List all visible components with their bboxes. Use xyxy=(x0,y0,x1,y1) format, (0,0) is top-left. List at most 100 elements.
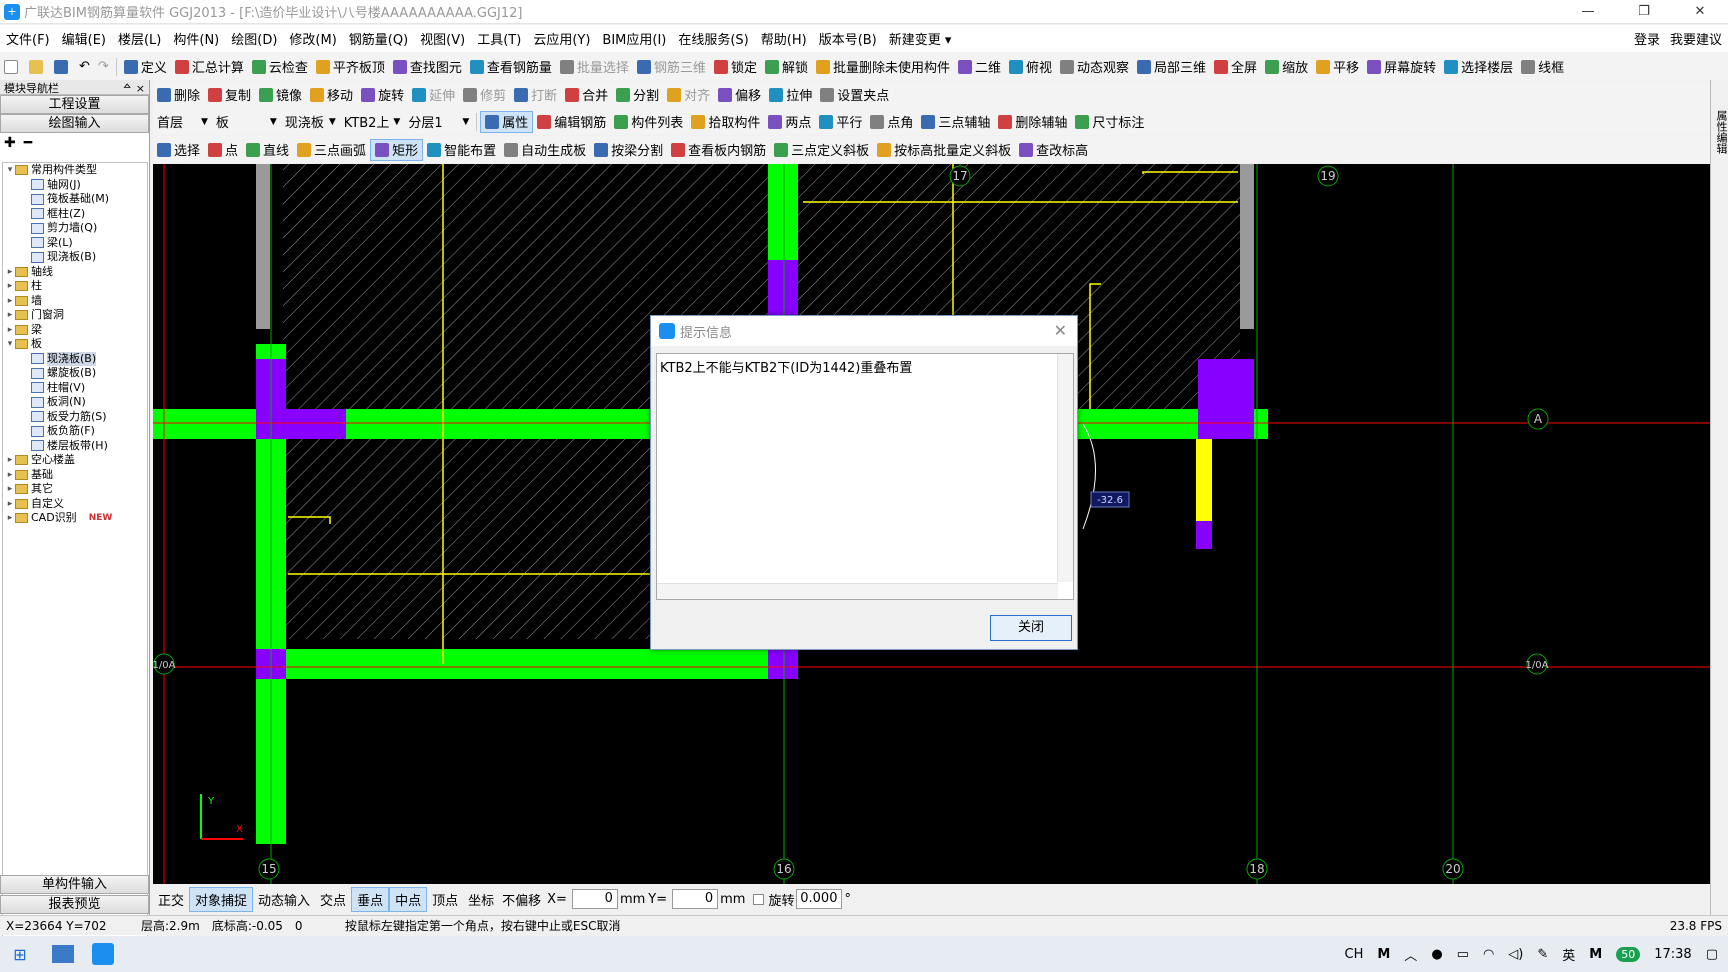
tree-node-10[interactable]: ▸ 门窗洞 xyxy=(3,308,147,323)
tree-toggle-10[interactable]: ▸ xyxy=(5,308,15,322)
tray-battery-icon[interactable]: ▭ xyxy=(1457,947,1469,962)
snap-4[interactable]: 垂点 xyxy=(351,886,390,912)
menu-item-5[interactable]: 修改(M) xyxy=(283,29,342,48)
menu-item-3[interactable]: 构件(N) xyxy=(167,29,225,48)
snap-0[interactable]: 正交 xyxy=(153,888,189,911)
tb2-button-1[interactable]: 复制 xyxy=(204,84,255,106)
tray-m-icon[interactable]: M xyxy=(1377,947,1390,962)
redo-icon[interactable]: ↷ xyxy=(94,56,113,78)
tb3-button-7[interactable]: 三点辅轴 xyxy=(917,111,994,133)
tree-toggle-7[interactable]: ▸ xyxy=(5,265,15,279)
tb1-button-5[interactable]: 查看钢筋量 xyxy=(466,56,556,78)
tree-node-1[interactable]: 轴网(J) xyxy=(3,178,147,193)
tree-node-9[interactable]: ▸ 墙 xyxy=(3,294,147,309)
properties-side-tab[interactable]: 属性编辑 xyxy=(1710,80,1728,928)
tree-node-18[interactable]: 板负筋(F) xyxy=(3,424,147,439)
tray-m2-icon[interactable]: M xyxy=(1589,947,1602,962)
expand-icon[interactable]: ✚ xyxy=(4,135,16,151)
dialog-close-icon[interactable]: ✕ xyxy=(1054,321,1067,340)
tb4-button-4[interactable]: 矩形 xyxy=(370,138,424,161)
minimize-button[interactable]: — xyxy=(1560,0,1616,24)
tree-node-7[interactable]: ▸ 轴线 xyxy=(3,265,147,280)
menu-item-6[interactable]: 钢筋量(Q) xyxy=(343,29,414,48)
save-icon[interactable] xyxy=(50,56,75,78)
column-1b[interactable] xyxy=(286,409,346,439)
tb2-button-5[interactable]: 延伸 xyxy=(408,84,459,106)
tb1-button-15[interactable]: 全屏 xyxy=(1210,56,1261,78)
tb1-button-16[interactable]: 缩放 xyxy=(1261,56,1312,78)
tray-pen-icon[interactable]: ✎ xyxy=(1537,947,1548,962)
tb2-button-11[interactable]: 偏移 xyxy=(714,84,765,106)
tb3-button-5[interactable]: 平行 xyxy=(815,111,866,133)
column-3[interactable] xyxy=(1198,359,1254,439)
tree-toggle-22[interactable]: ▸ xyxy=(5,482,15,496)
menu-item-10[interactable]: BIM应用(I) xyxy=(596,29,672,48)
tree-toggle-21[interactable]: ▸ xyxy=(5,468,15,482)
tree-toggle-24[interactable]: ▸ xyxy=(5,511,15,525)
tb4-button-11[interactable]: 查改标高 xyxy=(1015,139,1092,161)
close-window-button[interactable]: ✕ xyxy=(1672,0,1728,24)
tb2-button-2[interactable]: 镜像 xyxy=(255,84,306,106)
category-select[interactable]: 板 ▼ xyxy=(212,112,281,132)
tb2-button-0[interactable]: 删除 xyxy=(153,84,204,106)
draw-input-button[interactable]: 绘图输入 xyxy=(0,114,149,133)
tb2-button-9[interactable]: 分割 xyxy=(612,84,663,106)
tree-toggle-0[interactable]: ▾ xyxy=(5,163,15,177)
tray-badge[interactable]: 50 xyxy=(1616,946,1641,962)
tree-node-12[interactable]: ▾ 板 xyxy=(3,337,147,352)
type-select[interactable]: 现浇板 ▼ xyxy=(281,112,340,132)
tb1-button-18[interactable]: 屏幕旋转 xyxy=(1363,56,1440,78)
dialog-horizontal-scrollbar[interactable] xyxy=(657,583,1058,599)
undo-icon[interactable]: ↶ xyxy=(75,56,94,78)
login-link[interactable]: 登录 xyxy=(1634,29,1660,48)
tb4-button-3[interactable]: 三点画弧 xyxy=(293,139,370,161)
suggest-link[interactable]: 我要建议 xyxy=(1670,29,1722,48)
tb1-button-6[interactable]: 批量选择 xyxy=(556,56,633,78)
tb2-button-10[interactable]: 对齐 xyxy=(663,84,714,106)
taskbar-clock[interactable]: 17:38 xyxy=(1654,947,1691,962)
tree-toggle-8[interactable]: ▸ xyxy=(5,279,15,293)
menu-item-13[interactable]: 版本号(B) xyxy=(813,29,883,48)
restore-button[interactable]: ❐ xyxy=(1616,0,1672,24)
tb1-button-11[interactable]: 二维 xyxy=(954,56,1005,78)
report-preview-button[interactable]: 报表预览 xyxy=(0,895,149,914)
tb3-button-1[interactable]: 编辑钢筋 xyxy=(533,111,610,133)
menu-item-11[interactable]: 在线服务(S) xyxy=(672,29,754,48)
tb4-button-9[interactable]: 三点定义斜板 xyxy=(770,139,873,161)
menu-item-0[interactable]: 文件(F) xyxy=(0,29,56,48)
tb1-button-20[interactable]: 线框 xyxy=(1517,56,1568,78)
tb3-button-4[interactable]: 两点 xyxy=(764,111,815,133)
tree-node-0[interactable]: ▾ 常用构件类型 xyxy=(3,163,147,178)
menu-item-7[interactable]: 视图(V) xyxy=(414,29,471,48)
menu-item-2[interactable]: 楼层(L) xyxy=(112,29,167,48)
tb3-button-2[interactable]: 构件列表 xyxy=(610,111,687,133)
tree-node-8[interactable]: ▸ 柱 xyxy=(3,279,147,294)
y-input[interactable]: 0 xyxy=(672,889,719,909)
tree-node-24[interactable]: ▸ CAD识别 NEW xyxy=(3,511,147,526)
tree-node-5[interactable]: 梁(L) xyxy=(3,236,147,251)
tree-node-17[interactable]: 板受力筋(S) xyxy=(3,410,147,425)
notification-icon[interactable]: ▢ xyxy=(1706,947,1718,962)
taskbar-lang[interactable]: CH xyxy=(1345,947,1364,962)
tree-toggle-12[interactable]: ▾ xyxy=(5,337,15,351)
tree-node-13[interactable]: 现浇板(B) xyxy=(3,351,147,367)
snap-3[interactable]: 交点 xyxy=(315,888,351,911)
dialog-close-button[interactable]: 关闭 xyxy=(990,615,1072,641)
tb2-button-3[interactable]: 移动 xyxy=(306,84,357,106)
tb4-button-5[interactable]: 智能布置 xyxy=(423,139,500,161)
tb1-button-7[interactable]: 钢筋三维 xyxy=(633,56,710,78)
tree-node-21[interactable]: ▸ 基础 xyxy=(3,468,147,483)
tb1-button-13[interactable]: 动态观察 xyxy=(1056,56,1133,78)
tb4-button-0[interactable]: 选择 xyxy=(153,139,204,161)
tree-node-4[interactable]: 剪力墙(Q) xyxy=(3,221,147,236)
rotate-input[interactable]: 0.000 xyxy=(796,889,843,909)
tb2-button-6[interactable]: 修剪 xyxy=(459,84,510,106)
component-select[interactable]: KTB2上 ▼ xyxy=(340,112,405,132)
tree-node-22[interactable]: ▸ 其它 xyxy=(3,482,147,497)
column-5[interactable] xyxy=(768,649,798,679)
snap-offset-select[interactable]: 不偏移 xyxy=(499,890,544,909)
project-settings-button[interactable]: 工程设置 xyxy=(0,95,149,114)
menu-item-4[interactable]: 绘图(D) xyxy=(225,29,283,48)
x-input[interactable]: 0 xyxy=(571,889,618,909)
tb3-button-3[interactable]: 拾取构件 xyxy=(687,111,764,133)
